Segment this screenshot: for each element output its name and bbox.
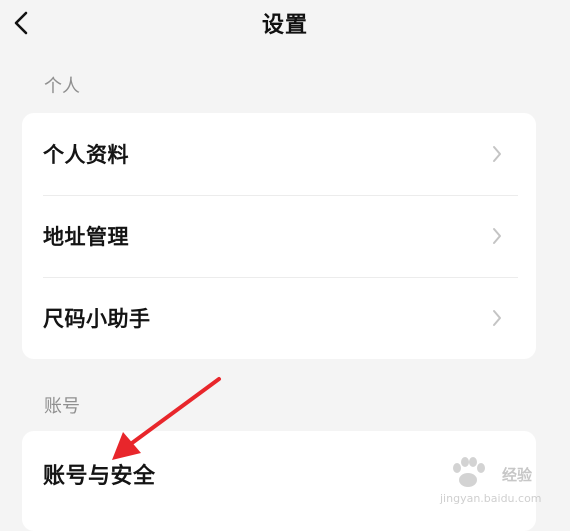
chevron-right-icon (493, 228, 501, 244)
section-label-account: 账号 (44, 396, 80, 417)
page-title: 设置 (261, 13, 308, 38)
top-bar: 设置 (0, 0, 570, 48)
personal-settings-card: 个人资料 地址管理 尺码小助手 (22, 113, 536, 359)
settings-item-size-helper[interactable]: 尺码小助手 (22, 277, 536, 359)
chevron-right-icon (493, 146, 501, 162)
settings-item-profile[interactable]: 个人资料 (22, 113, 536, 195)
settings-item-label: 地址管理 (43, 225, 129, 249)
settings-item-label: 账号与安全 (43, 464, 156, 489)
paw-logo-icon (453, 457, 485, 487)
settings-item-address[interactable]: 地址管理 (22, 195, 536, 277)
settings-item-label: 尺码小助手 (43, 307, 151, 331)
section-label-personal: 个人 (44, 76, 80, 97)
watermark-text: 经验 (502, 466, 533, 484)
chevron-right-icon (493, 310, 501, 326)
watermark-url: jingyan.baidu.com (440, 492, 542, 505)
settings-item-label: 个人资料 (43, 143, 129, 167)
watermark: 经验 jingyan.baidu.com (436, 456, 548, 516)
